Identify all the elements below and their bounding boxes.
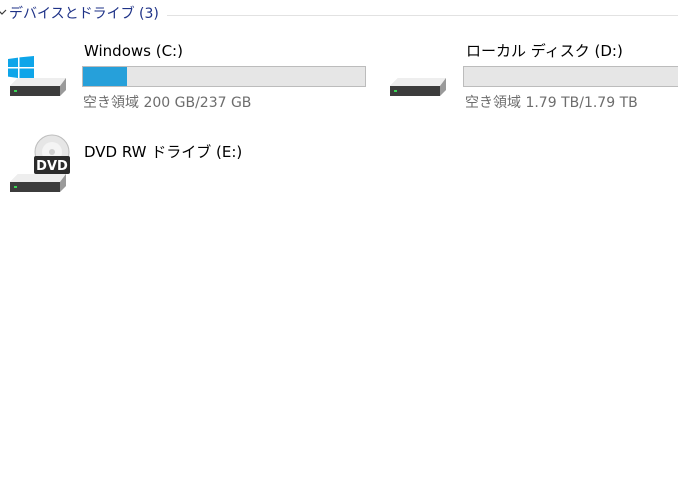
windows-drive-icon [8,56,66,96]
drive-name: DVD RW ドライブ (E:) [84,143,243,161]
drive-free-space: 空き領域 1.79 TB/1.79 TB [465,95,638,111]
usage-bar-fill [83,67,127,86]
hard-drive-icon [390,78,446,96]
chevron-down-icon[interactable] [0,6,7,20]
usage-bar [82,66,366,87]
drive-tile-c[interactable]: Windows (C:) 空き領域 200 GB/237 GB [0,38,380,118]
drive-tile-e[interactable]: DVD DVD RW ドライブ (E:) [0,134,380,204]
drive-free-space: 空き領域 200 GB/237 GB [83,95,252,111]
devices-and-drives-group-header[interactable]: デバイスとドライブ (3) [0,4,678,26]
group-divider [167,15,678,16]
dvd-badge-text: DVD [36,159,68,174]
usage-bar [463,66,678,87]
drive-tile-d[interactable]: ローカル ディスク (D:) 空き領域 1.79 TB/1.79 TB [384,38,678,118]
group-title: デバイスとドライブ (3) [9,6,159,22]
dvd-drive-icon: DVD [10,134,70,192]
file-explorer-this-pc-view: デバイスとドライブ (3) Windows (C:) 空き領域 200 GB/2… [0,0,678,492]
drive-name: ローカル ディスク (D:) [466,42,623,60]
drive-name: Windows (C:) [84,42,183,60]
